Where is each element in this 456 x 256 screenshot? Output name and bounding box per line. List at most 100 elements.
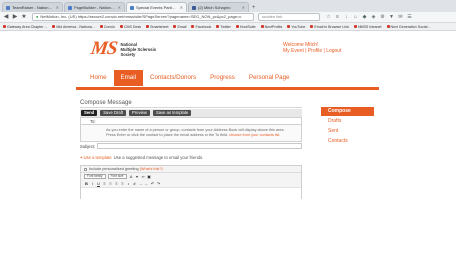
align-left-icon[interactable]: ≡ <box>102 181 107 186</box>
divider <box>80 107 302 108</box>
italic-icon[interactable]: I <box>90 181 95 186</box>
bookmark-item[interactable]: Twitter <box>216 25 231 29</box>
search-input[interactable]: sudden link <box>258 13 320 21</box>
reading-list-icon[interactable]: ≡ <box>333 13 342 21</box>
sidebar-item-drafts[interactable]: Drafts <box>321 116 374 126</box>
nav-home[interactable]: Home <box>83 70 114 86</box>
nav-personal-page[interactable]: Personal Page <box>242 70 297 86</box>
bookmark-item[interactable]: Convio <box>99 25 115 29</box>
bookmark-item[interactable]: CMS Desk <box>119 25 141 29</box>
bookmark-item[interactable]: NMSS Intranet <box>353 25 382 29</box>
save-draft-button[interactable]: Save Draft <box>100 110 127 116</box>
gear-icon[interactable]: ⚙ <box>378 13 387 21</box>
browser-tab[interactable]: (2) Mitch Schapiro ✕ <box>188 2 249 12</box>
bullet-list-icon[interactable]: • <box>126 181 131 186</box>
site-logo[interactable]: MS National Multiple Sclerosis Society <box>89 38 156 60</box>
browser-tab[interactable]: TeamRaiser - National MS ...✕ <box>2 2 63 12</box>
align-right-icon[interactable]: ≡ <box>114 181 119 186</box>
numbered-list-icon[interactable]: # <box>132 181 137 186</box>
address-bar[interactable]: ● NetMotion, Inc. (US) https://secure2.co… <box>32 13 254 21</box>
star-icon[interactable]: ☆ <box>324 13 333 21</box>
image-icon[interactable]: ▣ <box>147 174 152 179</box>
bookmark-icon <box>287 25 291 28</box>
bookmark-icon <box>3 25 6 28</box>
close-icon[interactable]: ✕ <box>242 5 245 10</box>
bold-icon[interactable]: B <box>84 181 89 186</box>
nav-email[interactable]: Email <box>113 70 143 86</box>
plus-icon: + <box>80 155 83 160</box>
extension-icon[interactable]: ◆ <box>360 13 369 21</box>
sidebar-item-contacts[interactable]: Contacts <box>321 136 374 146</box>
bookmark-item[interactable]: HootSuite <box>235 25 256 29</box>
redo-icon[interactable]: ↷ <box>156 181 161 186</box>
bookmark-item[interactable]: Smartsheet <box>146 25 168 29</box>
indent-icon[interactable]: → <box>138 181 143 186</box>
browser-tab-active[interactable]: Special Events Participant Cent...✕ <box>126 2 187 12</box>
to-field[interactable] <box>98 119 301 124</box>
close-icon[interactable]: ✕ <box>118 5 121 10</box>
template-row: + Use a template Use a suggested message… <box>80 155 204 160</box>
undo-icon[interactable]: ↶ <box>150 181 155 186</box>
chat-icon[interactable]: ✉ <box>396 13 405 21</box>
contacts-list-link[interactable]: choose from your contacts list <box>229 133 279 137</box>
underline-icon[interactable]: U <box>96 181 101 186</box>
download-icon[interactable]: ↓ <box>342 13 351 21</box>
use-template-link[interactable]: Use a template <box>83 155 111 160</box>
bookmark-icon <box>310 25 314 28</box>
message-editor: Include personalized greeting (What's th… <box>80 165 302 207</box>
profile-link[interactable]: Profile <box>308 48 322 54</box>
forward-icon[interactable]: ▶ <box>11 13 19 21</box>
close-icon[interactable]: ✕ <box>56 5 59 10</box>
nav-contacts-donors[interactable]: Contacts/Donors <box>143 70 203 86</box>
bookmark-icon <box>386 25 390 28</box>
close-icon[interactable]: ✕ <box>180 5 183 10</box>
back-icon[interactable]: ◀ <box>2 13 10 21</box>
bookmark-item[interactable]: Facebook <box>191 25 211 29</box>
nav-progress[interactable]: Progress <box>203 70 242 86</box>
shield-icon[interactable]: ◈ <box>369 13 378 21</box>
save-template-button[interactable]: Save as template <box>152 110 192 116</box>
font-family-select[interactable]: Font family <box>84 174 106 179</box>
highlight-icon[interactable]: ▾ <box>135 174 140 179</box>
to-label: To: <box>90 118 96 124</box>
pocket-icon[interactable]: ▼ <box>387 13 396 21</box>
logout-link[interactable]: Logout <box>326 48 341 54</box>
home-icon[interactable]: ⌂ <box>351 13 360 21</box>
bookmarks-bar: Gateway Area Chapter ... Mid America - N… <box>0 23 456 31</box>
bookmark-item[interactable]: Next Generation Social... <box>386 25 430 29</box>
address-help: As you enter the name of a person or gro… <box>80 125 302 142</box>
bookmark-item[interactable]: Email <box>173 25 186 29</box>
bookmark-star-icon[interactable]: ★ <box>20 13 28 21</box>
my-event-link[interactable]: My Event <box>283 48 304 54</box>
bookmark-item[interactable]: YouTube <box>287 25 305 29</box>
link-icon[interactable]: ∞ <box>141 174 146 179</box>
bookmark-item[interactable]: Gateway Area Chapter ... <box>3 25 47 29</box>
align-center-icon[interactable]: ≡ <box>108 181 113 186</box>
preview-button[interactable]: Preview <box>129 110 150 116</box>
menu-icon[interactable]: ☰ <box>405 13 414 21</box>
justify-icon[interactable]: ≡ <box>120 181 125 186</box>
favicon-icon <box>68 5 72 10</box>
greeting-checkbox[interactable] <box>84 167 87 171</box>
bookmark-item[interactable]: Email in Browser Link <box>310 25 349 29</box>
bookmark-item[interactable]: Mid America - Nationa... <box>52 25 95 29</box>
message-body[interactable] <box>81 187 301 207</box>
subject-field[interactable] <box>97 143 302 149</box>
new-tab-button[interactable]: + <box>252 4 260 12</box>
font-size-select[interactable]: Font size <box>107 174 127 179</box>
text-color-icon[interactable]: A <box>129 174 134 179</box>
browser-tab[interactable]: PageBuilder - National MS ...✕ <box>64 2 125 12</box>
outdent-icon[interactable]: ← <box>144 181 149 186</box>
browser-tab-bar: TeamRaiser - National MS ...✕ PageBuilde… <box>0 0 456 12</box>
compose-toolbar: Send Save Draft Preview Save as template <box>80 109 302 117</box>
sidebar-item-compose[interactable]: Compose <box>321 107 374 116</box>
welcome-box: Welcome Mitch! My Event | Profile | Logo… <box>283 42 342 54</box>
bookmark-item[interactable]: NextProfits <box>260 25 282 29</box>
send-button[interactable]: Send <box>81 110 98 116</box>
whats-this-link[interactable]: (What's this?) <box>140 167 163 171</box>
sidebar-item-sent[interactable]: Sent <box>321 126 374 136</box>
bookmark-icon <box>173 25 177 28</box>
logo-mark: MS <box>89 38 119 59</box>
main-nav: Home Email Contacts/Donors Progress Pers… <box>83 70 373 86</box>
subject-label: Subject: <box>80 143 96 149</box>
